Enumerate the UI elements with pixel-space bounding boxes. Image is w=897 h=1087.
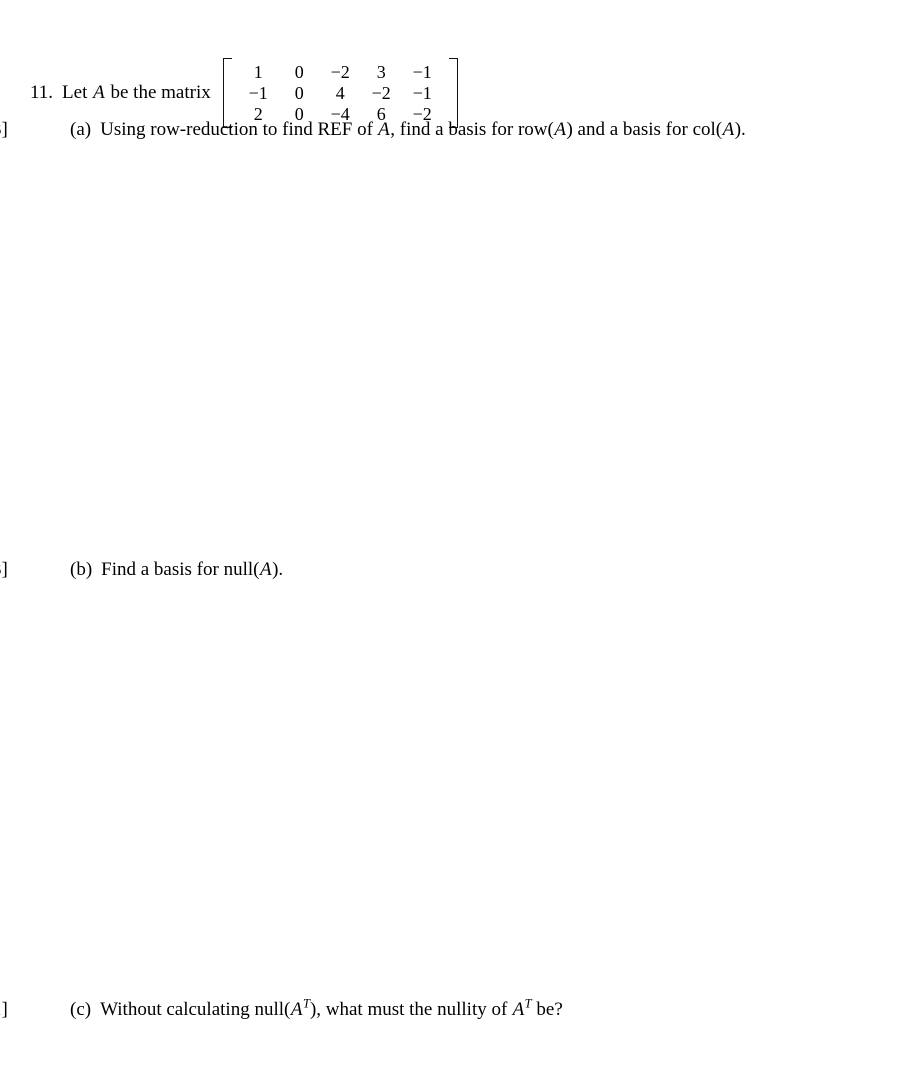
- exam-page: 3] 3] 1] 11. Let A be the matrix 1 0 −2 …: [0, 0, 897, 1087]
- matrix-cell: −2: [371, 82, 391, 103]
- part-b-var-1: A: [259, 559, 272, 580]
- matrix-A: 1 0 −2 3 −1 −1 0 4 −2 −1 2 0 −4 6 −2: [222, 58, 458, 128]
- matrix-row: 1 0 −2 3 −1: [238, 62, 443, 83]
- part-b-text-2: ).: [272, 559, 284, 580]
- mark-value-part-a: 3]: [0, 119, 8, 140]
- mark-value-part-c: 1]: [0, 999, 8, 1020]
- matrix-grid: 1 0 −2 3 −1 −1 0 4 −2 −1 2 0 −4 6 −2: [232, 58, 449, 128]
- part-b-label: (b): [70, 559, 93, 580]
- matrix-cell: 4: [335, 82, 345, 103]
- matrix-right-bracket: [448, 58, 458, 128]
- part-c-transpose-2: T: [524, 996, 532, 1011]
- part-c-text-3: be?: [531, 999, 563, 1020]
- part-a-text-1: Using row-reduction to find REF of: [100, 119, 378, 140]
- matrix-cell: 0: [294, 82, 304, 103]
- part-c-label: (c): [70, 999, 92, 1020]
- matrix-cell: −1: [248, 82, 268, 103]
- part-a-var-2: A: [554, 119, 566, 140]
- part-a-text-4: ).: [734, 119, 746, 140]
- question-lead-text: Let A be the matrix: [62, 82, 211, 104]
- part-b-text-1: Find a basis for null(: [101, 559, 260, 580]
- part-c-text: Without calculating null(AT), what must …: [100, 996, 563, 1021]
- part-a-label: (a): [70, 119, 92, 140]
- part-c-text-2: ), what must the nullity of: [309, 999, 513, 1020]
- matrix-cell: 1: [253, 61, 263, 82]
- question-number: 11.: [30, 82, 54, 103]
- part-a-text-2: , find a basis for row(: [390, 119, 554, 140]
- question-part-c: (c) Without calculating null(AT), what m…: [70, 996, 563, 1021]
- part-c-var-1: A: [290, 999, 303, 1020]
- matrix-cell: −1: [412, 61, 432, 82]
- matrix-variable-a: A: [93, 82, 105, 103]
- matrix-cell: 3: [376, 61, 386, 82]
- question-part-a: (a) Using row-reduction to find REF of A…: [70, 119, 746, 141]
- matrix-row: −1 0 4 −2 −1: [238, 83, 443, 104]
- matrix-left-bracket: [222, 58, 232, 128]
- part-b-text: Find a basis for null(A).: [101, 559, 283, 581]
- part-c-var-2: A: [512, 999, 525, 1020]
- part-a-text-3: ) and a basis for col(: [566, 119, 723, 140]
- part-a-var-1: A: [378, 119, 390, 140]
- part-c-text-1: Without calculating null(: [100, 999, 291, 1020]
- lead-text-after: be the matrix: [105, 82, 211, 103]
- question-stem: 11. Let A be the matrix 1 0 −2 3 −1 −1 0…: [30, 58, 458, 128]
- question-part-b: (b) Find a basis for null(A).: [70, 559, 283, 581]
- part-a-text: Using row-reduction to find REF of A, fi…: [100, 119, 746, 141]
- part-c-transpose-1: T: [302, 996, 310, 1011]
- lead-text-before: Let: [62, 82, 93, 103]
- matrix-cell: 0: [294, 61, 304, 82]
- mark-value-part-b: 3]: [0, 559, 8, 580]
- matrix-cell: −2: [330, 61, 350, 82]
- part-a-var-3: A: [722, 119, 735, 140]
- matrix-cell: −1: [412, 82, 432, 103]
